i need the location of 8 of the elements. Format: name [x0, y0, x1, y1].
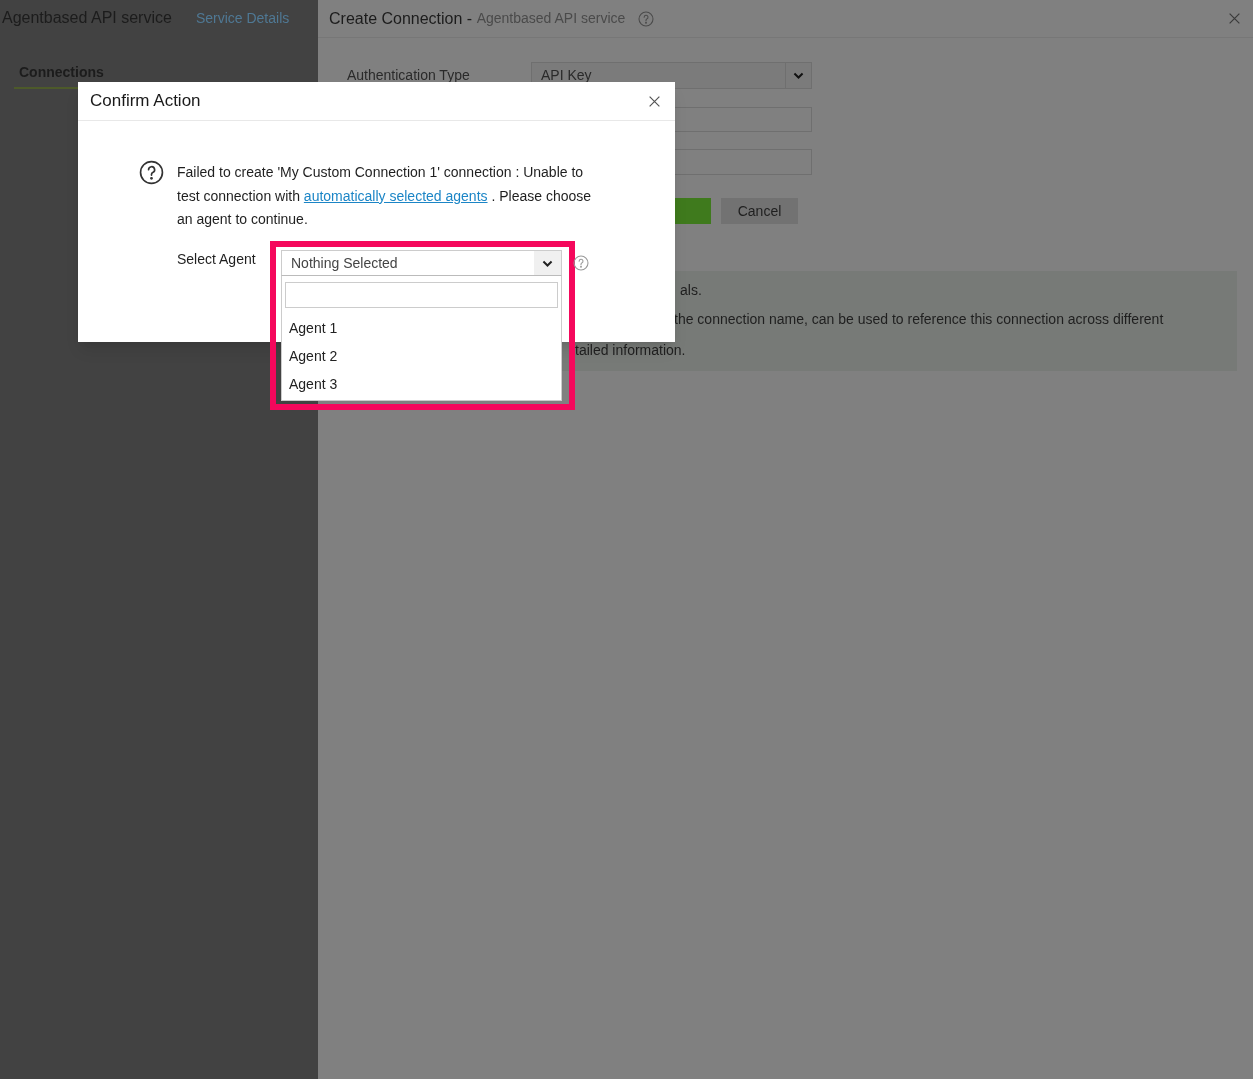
info-text: tailed information.	[574, 341, 687, 360]
field-label: Select Agent	[177, 249, 256, 269]
modal-title: Confirm Action	[90, 90, 202, 113]
dialog-title: Create Connection -	[329, 8, 474, 29]
field-label: Authentication Type	[347, 66, 471, 85]
info-text: the connection name, can be used to reference this connection across different	[673, 310, 1165, 329]
error-message: Failed to create 'My Custom Connection 1' connection : Unable to test connection with automatically selected agents . Please choose an agent to continue.	[177, 163, 593, 229]
info-text: als.	[679, 281, 703, 300]
